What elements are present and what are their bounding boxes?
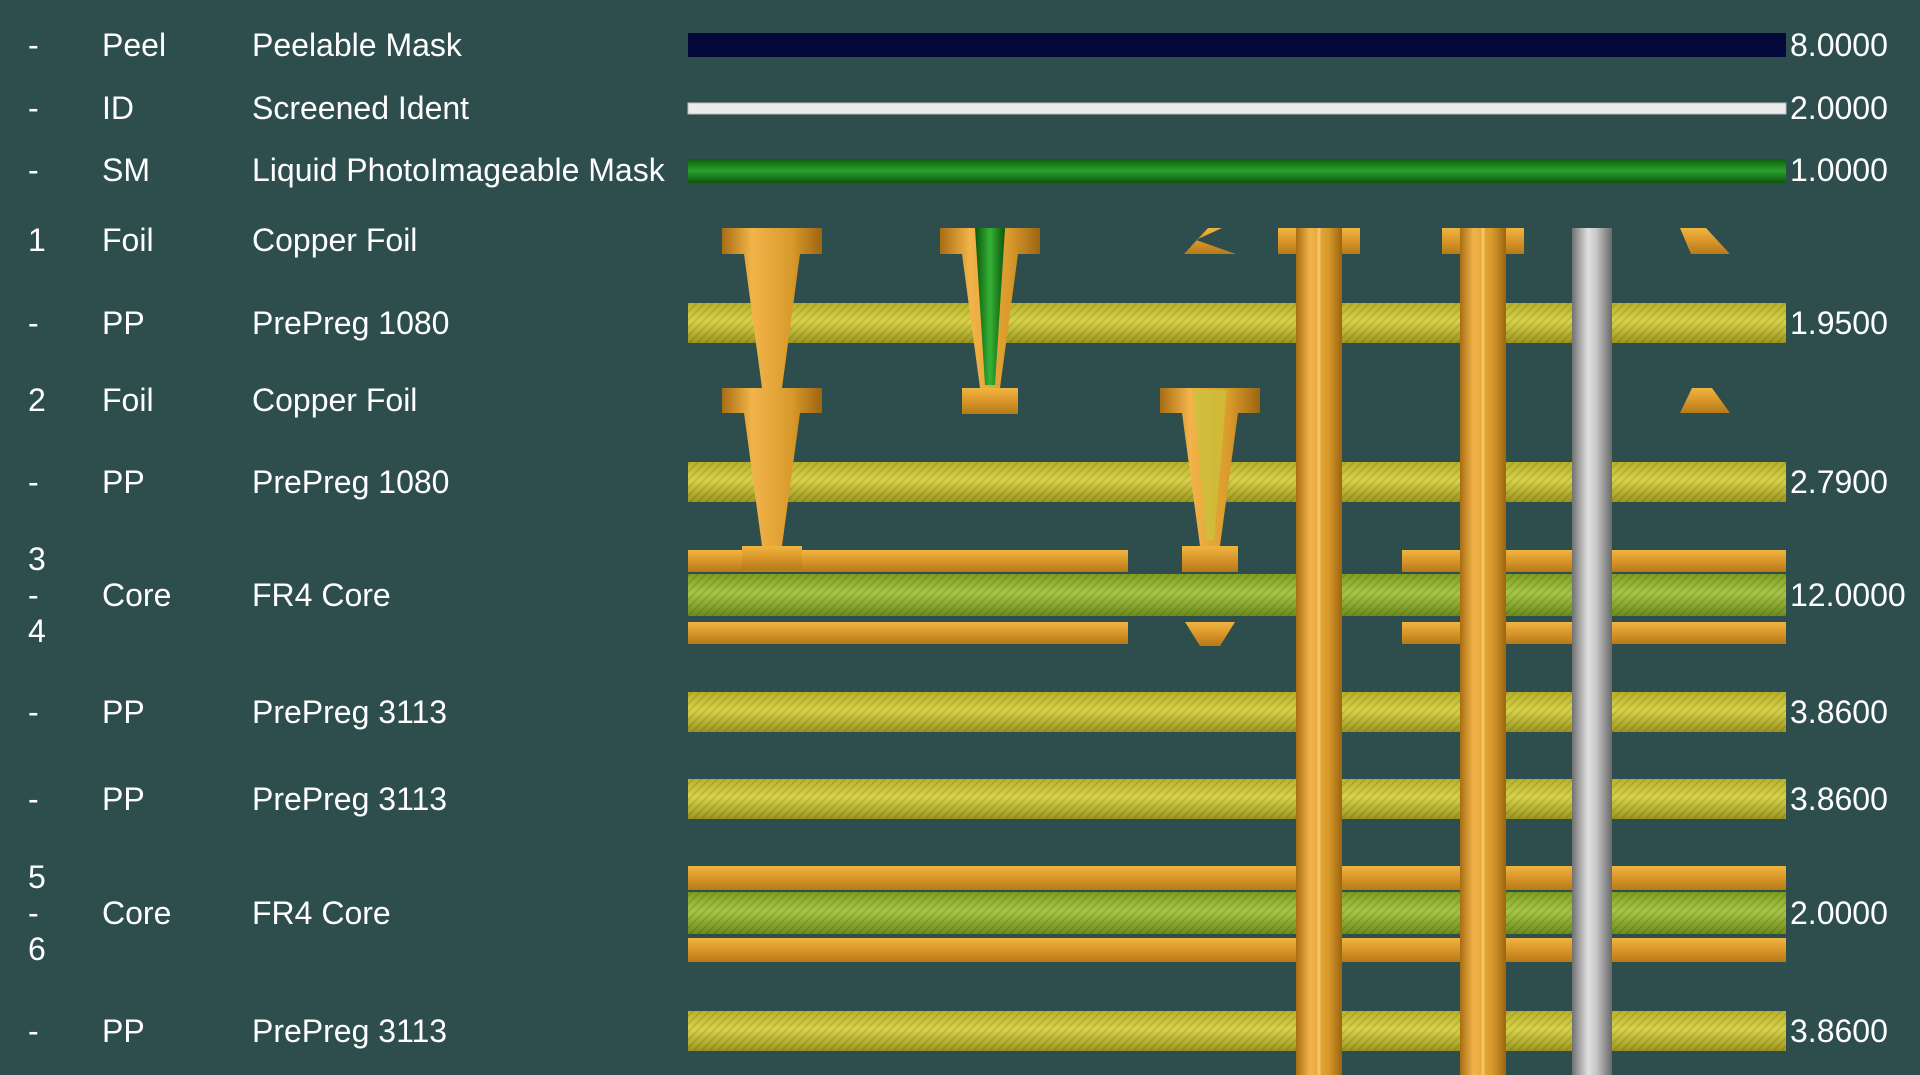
screened-ident-layer bbox=[687, 102, 1787, 115]
prepreg-3113-layer-1 bbox=[688, 692, 1786, 732]
prepreg-1080-layer-2 bbox=[688, 462, 1786, 502]
layer-2-pad bbox=[1680, 388, 1730, 413]
prepreg-3113-layer-2 bbox=[688, 779, 1786, 819]
stackup-drawing bbox=[687, 33, 1787, 1075]
solder-mask-layer bbox=[688, 159, 1786, 183]
top-pad bbox=[1680, 228, 1730, 254]
fr4-core-5-6 bbox=[688, 866, 1786, 962]
prepreg-1080-layer-1 bbox=[688, 303, 1786, 343]
prepreg-3113-layer-3 bbox=[688, 1011, 1786, 1051]
top-pad bbox=[1184, 228, 1236, 254]
stacked-microvia bbox=[722, 228, 822, 570]
drilled-hole bbox=[1572, 228, 1612, 1075]
peelable-mask-layer bbox=[688, 33, 1786, 57]
